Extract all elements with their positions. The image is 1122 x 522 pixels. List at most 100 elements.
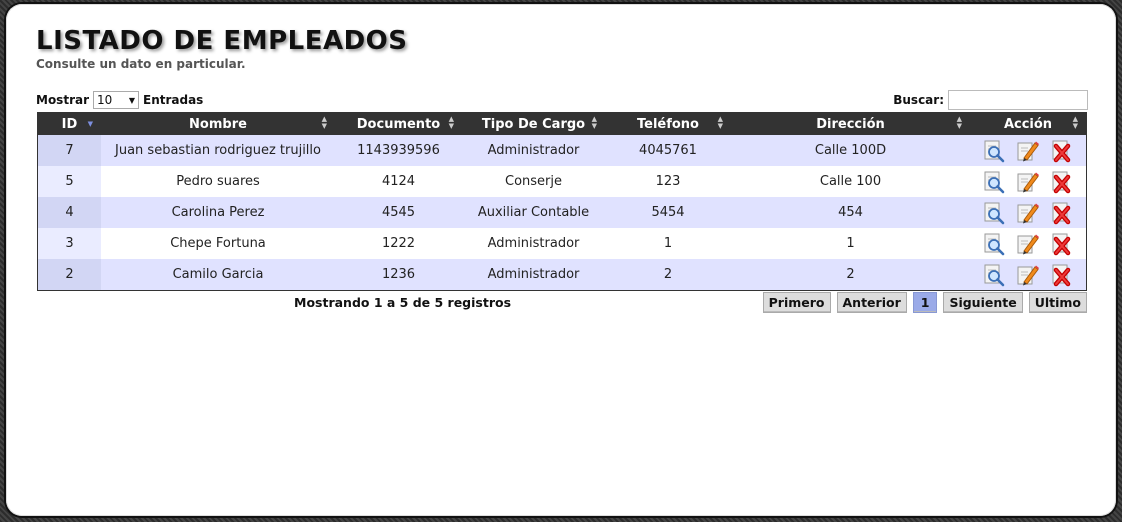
- column-header-label: Tipo De Cargo: [481, 116, 586, 132]
- chevron-down-icon: ▼: [128, 95, 135, 105]
- main-panel: LISTADO DE EMPLEADOS Consulte un dato en…: [6, 4, 1116, 516]
- last-page-button[interactable]: Ultimo: [1028, 292, 1087, 313]
- cell-documento: 1143939596: [335, 135, 462, 166]
- cell-tipo-cargo: Administrador: [462, 135, 605, 166]
- cell-direccion: 2: [731, 259, 970, 291]
- cell-telefono: 5454: [605, 197, 731, 228]
- edit-icon[interactable]: [1016, 139, 1040, 163]
- table-row: 2 Camilo Garcia 1236 Administrador 2 2: [37, 259, 1087, 291]
- cell-documento: 4124: [335, 166, 462, 197]
- view-icon[interactable]: [982, 232, 1006, 256]
- table-row: 3 Chepe Fortuna 1222 Administrador 1 1: [37, 228, 1087, 259]
- search-input[interactable]: [948, 90, 1088, 110]
- cell-documento: 1222: [335, 228, 462, 259]
- view-icon[interactable]: [982, 139, 1006, 163]
- table-row: 4 Carolina Perez 4545 Auxiliar Contable 5454…: [37, 197, 1087, 228]
- cell-direccion: 454: [731, 197, 970, 228]
- cell-accion: [970, 228, 1087, 259]
- sort-both-icon: ▲ ▼: [448, 115, 454, 130]
- column-header-direccion[interactable]: Dirección ▲ ▼: [731, 112, 970, 135]
- view-icon[interactable]: [982, 170, 1006, 194]
- sort-both-icon: ▲ ▼: [591, 115, 597, 130]
- cell-direccion: 1: [731, 228, 970, 259]
- column-header-id[interactable]: ID ▼: [37, 112, 101, 135]
- table-row: 5 Pedro suares 4124 Conserje 123 Calle 100: [37, 166, 1087, 197]
- view-icon[interactable]: [982, 263, 1006, 287]
- row-actions: [970, 232, 1086, 256]
- table-row: 7 Juan sebastian rodriguez trujillo 114393…: [37, 135, 1087, 166]
- sort-both-icon: ▲ ▼: [321, 115, 327, 130]
- edit-icon[interactable]: [1016, 170, 1040, 194]
- cell-nombre: Camilo Garcia: [101, 259, 335, 291]
- cell-accion: [970, 135, 1087, 166]
- delete-icon[interactable]: [1050, 170, 1074, 194]
- next-page-button[interactable]: Siguiente: [943, 292, 1023, 313]
- delete-icon[interactable]: [1050, 232, 1074, 256]
- cell-nombre: Pedro suares: [101, 166, 335, 197]
- page-length-select[interactable]: 10 ▼: [93, 91, 139, 109]
- edit-icon[interactable]: [1016, 232, 1040, 256]
- cell-id: 7: [37, 135, 101, 166]
- cell-accion: [970, 197, 1087, 228]
- delete-icon[interactable]: [1050, 263, 1074, 287]
- cell-accion: [970, 166, 1087, 197]
- cell-nombre: Juan sebastian rodriguez trujillo: [101, 135, 335, 166]
- previous-page-button[interactable]: Anterior: [836, 292, 907, 313]
- cell-telefono: 1: [605, 228, 731, 259]
- pagination: Primero Anterior 1 Siguiente Ultimo: [762, 292, 1087, 313]
- entries-label: Entradas: [143, 93, 204, 107]
- row-actions: [970, 170, 1086, 194]
- cell-direccion: Calle 100D: [731, 135, 970, 166]
- sort-desc-icon: ▼: [87, 120, 93, 128]
- cell-id: 4: [37, 197, 101, 228]
- cell-documento: 1236: [335, 259, 462, 291]
- cell-telefono: 2: [605, 259, 731, 291]
- row-actions: [970, 139, 1086, 163]
- column-header-label: Teléfono: [636, 116, 699, 132]
- column-header-accion[interactable]: Acción ▲ ▼: [970, 112, 1087, 135]
- cell-id: 2: [37, 259, 101, 291]
- cell-tipo-cargo: Auxiliar Contable: [462, 197, 605, 228]
- delete-icon[interactable]: [1050, 139, 1074, 163]
- sort-both-icon: ▲ ▼: [956, 115, 962, 130]
- column-header-tipo-cargo[interactable]: Tipo De Cargo ▲ ▼: [462, 112, 605, 135]
- edit-icon[interactable]: [1016, 263, 1040, 287]
- cell-tipo-cargo: Administrador: [462, 259, 605, 291]
- view-icon[interactable]: [982, 201, 1006, 225]
- table-info: Mostrando 1 a 5 de 5 registros: [294, 295, 512, 310]
- cell-documento: 4545: [335, 197, 462, 228]
- cell-tipo-cargo: Conserje: [462, 166, 605, 197]
- row-actions: [970, 263, 1086, 287]
- row-actions: [970, 201, 1086, 225]
- sort-both-icon: ▲ ▼: [717, 115, 723, 130]
- column-header-label: Dirección: [816, 116, 885, 132]
- column-header-nombre[interactable]: Nombre ▲ ▼: [101, 112, 335, 135]
- column-header-label: Acción: [1003, 116, 1053, 132]
- delete-icon[interactable]: [1050, 201, 1074, 225]
- column-header-label: Documento: [356, 116, 441, 132]
- cell-direccion: Calle 100: [731, 166, 970, 197]
- table-header-row: ID ▼ Nombre ▲ ▼ Documento ▲ ▼ Tipo De Carg…: [37, 112, 1087, 135]
- cell-tipo-cargo: Administrador: [462, 228, 605, 259]
- column-header-label: Nombre: [189, 116, 247, 132]
- column-header-documento[interactable]: Documento ▲ ▼: [335, 112, 462, 135]
- column-header-telefono[interactable]: Teléfono ▲ ▼: [605, 112, 731, 135]
- search-control: Buscar:: [893, 90, 1088, 110]
- edit-icon[interactable]: [1016, 201, 1040, 225]
- cell-nombre: Chepe Fortuna: [101, 228, 335, 259]
- cell-id: 3: [37, 228, 101, 259]
- cell-telefono: 4045761: [605, 135, 731, 166]
- first-page-button[interactable]: Primero: [762, 292, 831, 313]
- employees-table: ID ▼ Nombre ▲ ▼ Documento ▲ ▼ Tipo De Carg…: [37, 112, 1087, 291]
- cell-accion: [970, 259, 1087, 291]
- search-label: Buscar:: [893, 93, 944, 107]
- cell-nombre: Carolina Perez: [101, 197, 335, 228]
- page-subtitle: Consulte un dato en particular.: [36, 57, 246, 71]
- page-length-control: Mostrar 10 ▼ Entradas: [36, 91, 203, 109]
- cell-telefono: 123: [605, 166, 731, 197]
- column-header-label: ID: [61, 116, 78, 132]
- current-page-button[interactable]: 1: [912, 292, 938, 313]
- show-label: Mostrar: [36, 93, 89, 107]
- page-length-value: 10: [97, 93, 113, 107]
- sort-both-icon: ▲ ▼: [1072, 115, 1078, 130]
